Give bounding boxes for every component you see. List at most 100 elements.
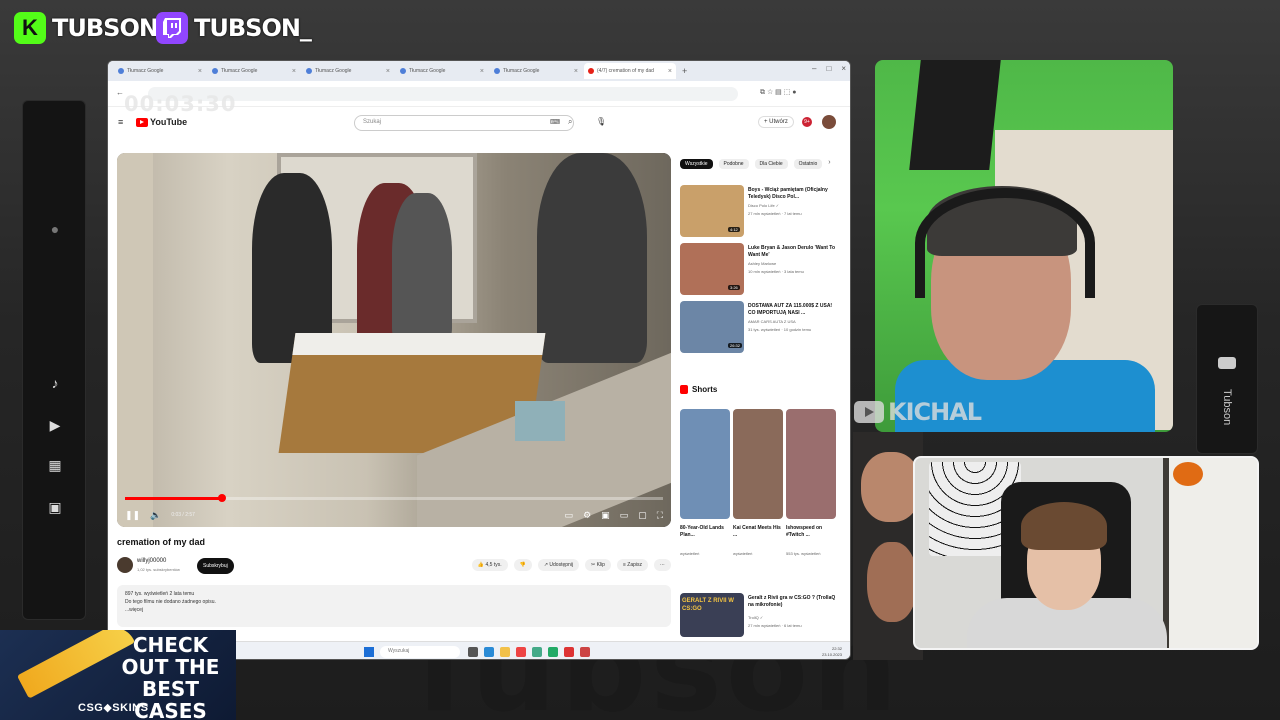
app-icon[interactable] bbox=[516, 647, 526, 657]
microphone-icon[interactable]: 🎙 bbox=[596, 117, 606, 126]
volume-icon[interactable]: 🔈 bbox=[150, 510, 161, 521]
recommendation-title[interactable]: DOSTAWA AUT ZA 115.000$ Z USA! CO IMPORT… bbox=[748, 303, 838, 317]
windows-start-icon[interactable] bbox=[364, 647, 374, 657]
twitch-username: TUBSON_ bbox=[194, 14, 312, 42]
short-title[interactable]: Ishowspeed on #Twitch ... bbox=[786, 525, 838, 539]
avatar[interactable] bbox=[822, 115, 836, 129]
google-translate-icon bbox=[212, 68, 218, 74]
folder-icon[interactable] bbox=[500, 647, 510, 657]
image-icon: ▣ bbox=[48, 499, 62, 515]
recommendation-item[interactable]: 4:12 Boys - Wciąż pamiętam (Oficjalny Te… bbox=[680, 185, 840, 239]
chip-recent[interactable]: Ostatnio bbox=[793, 159, 823, 169]
browser-tab[interactable]: Tłumacz Google × bbox=[396, 63, 488, 79]
search-icon[interactable]: ⌕ bbox=[568, 117, 572, 127]
keyboard-icon[interactable]: ⌨ bbox=[550, 118, 560, 126]
app-icon[interactable] bbox=[548, 647, 558, 657]
miniplayer-icon[interactable]: ▣ bbox=[601, 510, 610, 521]
thumbnail-text: GERALT Z RIVII W CS:GO bbox=[682, 598, 734, 612]
share-button[interactable]: ↗ Udostępnij bbox=[537, 559, 580, 571]
recommendation-title[interactable]: Boys - Wciąż pamiętam (Oficjalny Teledys… bbox=[748, 187, 838, 201]
progress-fill bbox=[125, 497, 222, 500]
sponsor-ad[interactable]: CHECK OUT THE BEST CASES CSG◆SKINS bbox=[0, 630, 236, 720]
close-icon[interactable]: × bbox=[574, 68, 578, 75]
more-button[interactable]: ⋯ bbox=[654, 559, 671, 571]
edge-icon[interactable] bbox=[484, 647, 494, 657]
search-input[interactable]: Szukaj bbox=[354, 115, 574, 131]
save-button[interactable]: ≡ Zapisz bbox=[616, 559, 648, 571]
google-translate-icon bbox=[306, 68, 312, 74]
close-icon[interactable]: × bbox=[668, 68, 672, 75]
chrome-icon[interactable] bbox=[532, 647, 542, 657]
menu-icon[interactable]: ≡ bbox=[118, 117, 123, 127]
fullscreen-icon[interactable]: ⛶ bbox=[657, 510, 663, 521]
video-thumbnail[interactable]: GERALT Z RIVII W CS:GO bbox=[680, 593, 744, 637]
browser-window: Tłumacz Google × Tłumacz Google × Tłumacz … bbox=[107, 60, 851, 660]
close-icon[interactable]: × bbox=[292, 68, 296, 75]
channel-row: willyj00000 1,02 tys. subskrybentów Subs… bbox=[117, 555, 671, 577]
pumpkin-decoration bbox=[1173, 462, 1203, 486]
cast-icon[interactable]: ▢ bbox=[638, 510, 647, 521]
subscribe-button[interactable]: Subskrybuj bbox=[197, 558, 234, 574]
clip-button[interactable]: ✂ Klip bbox=[585, 559, 611, 571]
app-icon[interactable] bbox=[564, 647, 574, 657]
chevron-right-icon[interactable]: › bbox=[828, 159, 830, 169]
video-progress-bar[interactable] bbox=[125, 494, 663, 502]
channel-name[interactable]: willyj00000 bbox=[137, 558, 166, 564]
minimize-icon[interactable]: – bbox=[812, 64, 816, 73]
browser-tab[interactable]: Tłumacz Google × bbox=[208, 63, 300, 79]
close-icon[interactable]: × bbox=[480, 68, 484, 75]
short-thumbnail[interactable] bbox=[680, 409, 730, 519]
extension-icons[interactable]: ⧉ ☆ ▤ ⬚ ● bbox=[760, 88, 797, 97]
webcam-frame bbox=[867, 542, 917, 622]
maximize-icon[interactable]: □ bbox=[826, 64, 831, 73]
shorts-heading: Shorts bbox=[680, 385, 717, 394]
webcam-guest bbox=[875, 60, 1173, 432]
recommendation-item[interactable]: GERALT Z RIVII W CS:GO Geralt z Rivii gr… bbox=[680, 593, 840, 647]
subtitles-icon[interactable]: ▭ bbox=[565, 510, 574, 521]
short-title[interactable]: 80-Year-Old Lands Plan... bbox=[680, 525, 732, 539]
short-title[interactable]: Kai Cenat Meets His ... bbox=[733, 525, 785, 539]
recommendation-title[interactable]: Luke Bryan & Jason Derulo 'Want To Want … bbox=[748, 245, 838, 259]
chip-all[interactable]: Wszystkie bbox=[680, 159, 713, 169]
chip-related[interactable]: Podobne bbox=[718, 159, 749, 169]
like-button[interactable]: 👍 4,5 tys. bbox=[471, 559, 508, 571]
task-view-icon[interactable] bbox=[468, 647, 478, 657]
dislike-button[interactable]: 👎 bbox=[513, 559, 532, 571]
channel-subscribers: 1,02 tys. subskrybentów bbox=[137, 567, 180, 572]
create-button[interactable]: + Utwórz bbox=[758, 116, 794, 128]
pause-icon[interactable]: ❚❚ bbox=[125, 510, 140, 521]
twitch-badge: TUBSON_ bbox=[156, 12, 312, 44]
recommendation-channel: TrollQ ✓ bbox=[748, 615, 764, 620]
close-icon[interactable]: × bbox=[386, 68, 390, 75]
close-icon[interactable]: × bbox=[841, 64, 846, 73]
video-player[interactable]: ❚❚ 🔈 0:03 / 2:57 ▭ ⚙ ▣ ▭ ▢ ⛶ bbox=[117, 153, 671, 527]
youtube-logo[interactable]: YouTube bbox=[136, 117, 187, 127]
chip-for-you[interactable]: Dla Ciebie bbox=[754, 159, 788, 169]
recommendation-item[interactable]: 3:26 Luke Bryan & Jason Derulo 'Want To … bbox=[680, 243, 840, 297]
browser-tab[interactable]: Tłumacz Google × bbox=[114, 63, 206, 79]
recommendation-item[interactable]: 26:32 DOSTAWA AUT ZA 115.000$ Z USA! CO … bbox=[680, 301, 840, 355]
new-tab-button[interactable]: + bbox=[682, 66, 687, 76]
short-thumbnail[interactable] bbox=[733, 409, 783, 519]
progress-handle[interactable] bbox=[217, 494, 226, 502]
description-more[interactable]: ...więcej bbox=[125, 606, 663, 614]
short-views: 553 tys. wyświetleń bbox=[786, 551, 821, 556]
short-thumbnail[interactable] bbox=[786, 409, 836, 519]
recommendation-title[interactable]: Geralt z Rivii gra w CS:GO ? (TrollaQ na… bbox=[748, 595, 838, 609]
channel-avatar[interactable] bbox=[117, 557, 133, 573]
close-icon[interactable]: × bbox=[198, 68, 202, 75]
notification-bell-icon[interactable]: 9+ bbox=[802, 117, 812, 127]
taskbar-search[interactable]: Wyszukaj bbox=[380, 646, 460, 658]
description-box[interactable]: 897 tys. wyświetleń 2 lata temu Do tego … bbox=[117, 585, 671, 627]
browser-tab[interactable]: Tłumacz Google × bbox=[490, 63, 582, 79]
recommendation-meta: 27 mln wyświetleń · 7 lat temu bbox=[748, 211, 802, 216]
description-stats: 897 tys. wyświetleń 2 lata temu bbox=[125, 591, 195, 597]
browser-tab[interactable]: Tłumacz Google × bbox=[302, 63, 394, 79]
app-icon[interactable] bbox=[580, 647, 590, 657]
settings-icon[interactable]: ⚙ bbox=[583, 510, 591, 521]
calendar-icon: ▦ bbox=[48, 457, 62, 473]
url-field[interactable] bbox=[148, 87, 738, 101]
back-icon[interactable]: ← bbox=[116, 88, 124, 97]
theater-icon[interactable]: ▭ bbox=[620, 510, 629, 521]
browser-tab-active[interactable]: (4/7) cremation of my dad × bbox=[584, 63, 676, 79]
